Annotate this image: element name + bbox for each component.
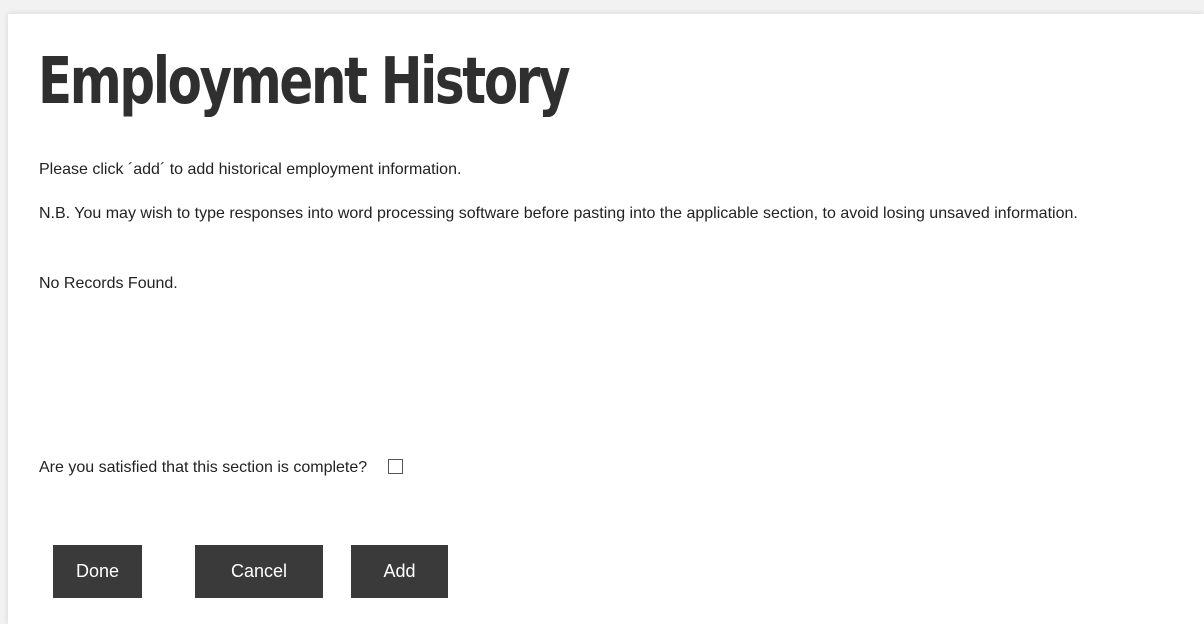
completion-checkbox[interactable] bbox=[387, 459, 403, 474]
page-title: Employment History bbox=[38, 45, 571, 119]
no-records-text: No Records Found. bbox=[39, 275, 178, 292]
completion-row: Are you satisfied that this section is c… bbox=[39, 458, 1159, 477]
done-button[interactable]: Done bbox=[53, 545, 142, 598]
completion-question: Are you satisfied that this section is c… bbox=[39, 459, 368, 476]
cancel-button[interactable]: Cancel bbox=[195, 545, 323, 598]
add-button[interactable]: Add bbox=[351, 545, 448, 598]
instruction-text: Please click ´add´ to add historical emp… bbox=[39, 161, 462, 178]
form-panel: Employment History Please click ´add´ to… bbox=[8, 14, 1204, 624]
note-text: N.B. You may wish to type responses into… bbox=[39, 205, 1078, 222]
